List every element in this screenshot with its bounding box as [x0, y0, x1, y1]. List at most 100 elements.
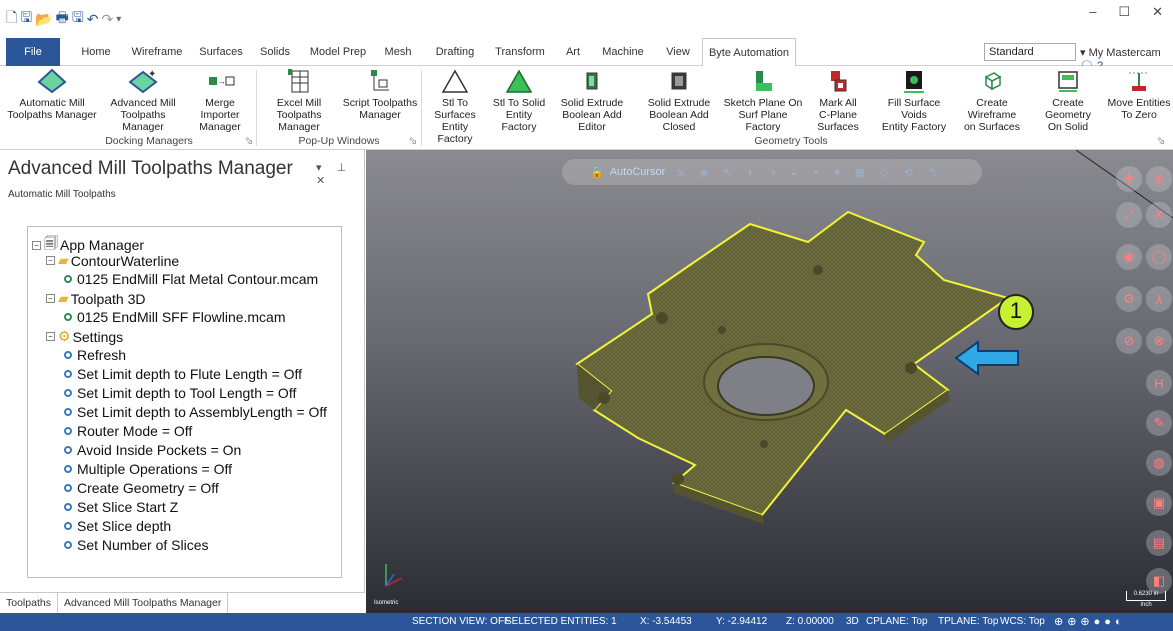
stack-icon[interactable]: ▤ — [1146, 530, 1172, 556]
excel-mill-toolpaths-manager-button[interactable]: Excel Mill Toolpaths Manager — [256, 68, 342, 133]
configuration-select[interactable]: Standard — [984, 43, 1076, 61]
tab-home[interactable]: Home — [76, 38, 116, 66]
redo-icon[interactable]: ↷ — [102, 11, 114, 28]
brush-icon[interactable]: ✎ — [1146, 410, 1172, 436]
tab-transform[interactable]: Transform — [490, 38, 550, 66]
zoom-icon[interactable]: ⊕ — [1146, 166, 1172, 192]
circle-icon[interactable]: ◯ — [1146, 244, 1172, 270]
stl-to-solid-button[interactable]: Stl To Solid Entity Factory — [488, 68, 550, 133]
tab-byte-automation[interactable]: Byte Automation — [702, 38, 796, 67]
tree-node-setting[interactable]: Avoid Inside Pockets = On — [64, 442, 241, 458]
collapse-icon[interactable]: − — [46, 294, 55, 303]
save-as-icon[interactable]: 🖫 — [72, 7, 84, 31]
tab-drafting[interactable]: Drafting — [430, 38, 480, 66]
tree-node-setting[interactable]: Refresh — [64, 347, 126, 363]
tree-node-setting[interactable]: Set Number of Slices — [64, 537, 209, 553]
tree-label: Set Slice Start Z — [77, 499, 179, 515]
tree-node-setting[interactable]: Set Limit depth to AssemblyLength = Off — [64, 404, 327, 420]
tree-node-settings[interactable]: − ⚙ Settings — [46, 328, 123, 345]
fill-voids-icon — [904, 71, 924, 93]
display-mode-icons[interactable]: ⊕⊕⊕●●◐ — [1054, 613, 1126, 631]
wcs-status[interactable]: WCS: Top — [1000, 613, 1045, 631]
view-control-icon[interactable]: ✚ — [1116, 166, 1142, 192]
geometry-dialog-launcher-icon[interactable]: ⬂ — [1156, 135, 1166, 147]
tree-node-setting[interactable]: Set Slice Start Z — [64, 499, 178, 515]
undo-icon[interactable]: ↶ — [87, 11, 99, 28]
tree-node-file[interactable]: 0125 EndMill SFF Flowline.mcam — [64, 309, 286, 325]
shade-icon[interactable]: ◍ — [1146, 450, 1172, 476]
tab-solids[interactable]: Solids — [256, 38, 294, 66]
section-view-status[interactable]: SECTION VIEW: OFF — [412, 613, 510, 631]
collapse-icon[interactable]: − — [32, 240, 41, 250]
solid-extrude-boolean-add-editor-button[interactable]: Solid Extrude Boolean Add Editor — [550, 68, 634, 133]
tree-node-setting[interactable]: Set Slice depth — [64, 518, 171, 534]
minimize-button[interactable]: – — [1089, 4, 1096, 20]
tab-advanced-mill-manager[interactable]: Advanced Mill Toolpaths Manager — [57, 593, 229, 613]
button-label-line1: Automatic Mill — [19, 97, 85, 109]
create-geometry-on-solid-button[interactable]: Create Geometry On Solid — [1030, 68, 1106, 133]
tree-node-setting[interactable]: Router Mode = Off — [64, 423, 192, 439]
tree-node-setting[interactable]: Multiple Operations = Off — [64, 461, 232, 477]
customize-qat-icon[interactable]: ▾ — [116, 14, 121, 25]
select-icon[interactable]: ✕ — [1146, 202, 1172, 228]
layers-icon[interactable]: ◉ — [1116, 244, 1142, 270]
new-file-icon[interactable]: 🗋 — [6, 7, 17, 31]
button-label-line2: Toolpaths Manager — [120, 109, 166, 133]
stl-to-surfaces-button[interactable]: Stl To Surfaces Entity Factory — [424, 68, 486, 145]
tree-node-toolpath-3d[interactable]: − ▰ Toolpath 3D — [46, 290, 146, 307]
no-entry-icon[interactable]: ⊘ — [1116, 328, 1142, 354]
open-icon[interactable]: 📂 — [35, 11, 52, 28]
y-coordinate[interactable]: Y: -2.94412 — [716, 613, 767, 631]
tree-node-setting[interactable]: Set Limit depth to Flute Length = Off — [64, 366, 302, 382]
tab-art[interactable]: Art — [560, 38, 586, 66]
h-tool-icon[interactable]: H — [1146, 370, 1172, 396]
tab-machine[interactable]: Machine — [596, 38, 650, 66]
print-icon[interactable]: 🖶 — [56, 7, 69, 31]
restore-icon[interactable]: ⊗ — [1146, 328, 1172, 354]
collapse-icon[interactable]: − — [46, 332, 55, 341]
tab-wireframe[interactable]: Wireframe — [128, 38, 186, 66]
tplane-status[interactable]: TPLANE: Top — [938, 613, 998, 631]
automatic-mill-toolpaths-manager-button[interactable]: Automatic Mill Toolpaths Manager — [2, 68, 102, 121]
sketch-plane-on-surf-button[interactable]: Sketch Plane On Surf Plane Factory — [722, 68, 804, 133]
button-label-line2: Entity Factory — [501, 109, 537, 133]
z-coordinate[interactable]: Z: 0.00000 — [786, 613, 834, 631]
panel-controls[interactable]: ▾ ⊥ ✕ — [316, 161, 364, 187]
solid-extrude-boolean-add-closed-button[interactable]: Solid Extrude Boolean Add Closed — [634, 68, 724, 133]
cplane-status[interactable]: CPLANE: Top — [866, 613, 928, 631]
tree-node-setting[interactable]: Set Limit depth to Tool Length = Off — [64, 385, 296, 401]
x-coordinate[interactable]: X: -3.54453 — [640, 613, 692, 631]
tree-node-contourwaterline[interactable]: − ▰ ContourWaterline — [46, 252, 179, 269]
collapse-icon[interactable]: − — [46, 256, 55, 265]
mode-toggle[interactable]: 3D — [846, 613, 859, 631]
group-divider — [421, 70, 422, 146]
tab-surfaces[interactable]: Surfaces — [196, 38, 246, 66]
mark-all-c-plane-surfaces-button[interactable]: Mark All C-Plane Surfaces — [804, 68, 872, 133]
tree-node-file[interactable]: 0125 EndMill Flat Metal Contour.mcam — [64, 271, 318, 287]
merge-importer-manager-button[interactable]: → Merge Importer Manager — [186, 68, 254, 133]
graphics-viewport[interactable]: 🔒 AutoCursor ⇲ ◈ ↖ ◐ ◑ ◒ ◓ ▾ ▦ ◇ ⟲ ↰ 1 ✚… — [366, 150, 1173, 613]
tab-mesh[interactable]: Mesh — [382, 38, 414, 66]
fit-view-icon[interactable]: ⤢ — [1116, 202, 1142, 228]
tree-node-setting[interactable]: Create Geometry = Off — [64, 480, 219, 496]
maximize-button[interactable]: ☐ — [1118, 4, 1130, 20]
settings-icon[interactable]: ⚙ — [1116, 286, 1142, 312]
selected-entities-status[interactable]: SELECTED ENTITIES: 1 — [505, 613, 617, 631]
advanced-mill-toolpaths-manager-button[interactable]: ✦ Advanced Mill Toolpaths Manager — [100, 68, 186, 133]
tab-model-prep[interactable]: Model Prep — [304, 38, 372, 66]
move-entities-to-zero-button[interactable]: Move Entities To Zero — [1106, 68, 1172, 121]
popup-dialog-launcher-icon[interactable]: ⬂ — [408, 135, 418, 147]
tab-file[interactable]: File — [6, 38, 60, 66]
button-label-line1: Script Toolpaths — [342, 97, 418, 109]
save-icon[interactable]: 🖫 — [20, 7, 32, 31]
box-icon[interactable]: ▣ — [1146, 490, 1172, 516]
lambda-icon[interactable]: λ — [1146, 286, 1172, 312]
close-button[interactable]: ✕ — [1152, 4, 1163, 20]
docking-dialog-launcher-icon[interactable]: ⬂ — [244, 135, 254, 147]
script-toolpaths-manager-button[interactable]: Script Toolpaths Manager — [340, 68, 420, 121]
tab-view[interactable]: View — [660, 38, 696, 66]
tab-toolpaths[interactable]: Toolpaths — [0, 593, 58, 613]
part-model[interactable] — [366, 150, 1173, 613]
create-wireframe-on-surfaces-button[interactable]: Create Wireframe on Surfaces — [954, 68, 1030, 133]
fill-surface-voids-button[interactable]: Fill Surface Voids Entity Factory — [874, 68, 954, 133]
